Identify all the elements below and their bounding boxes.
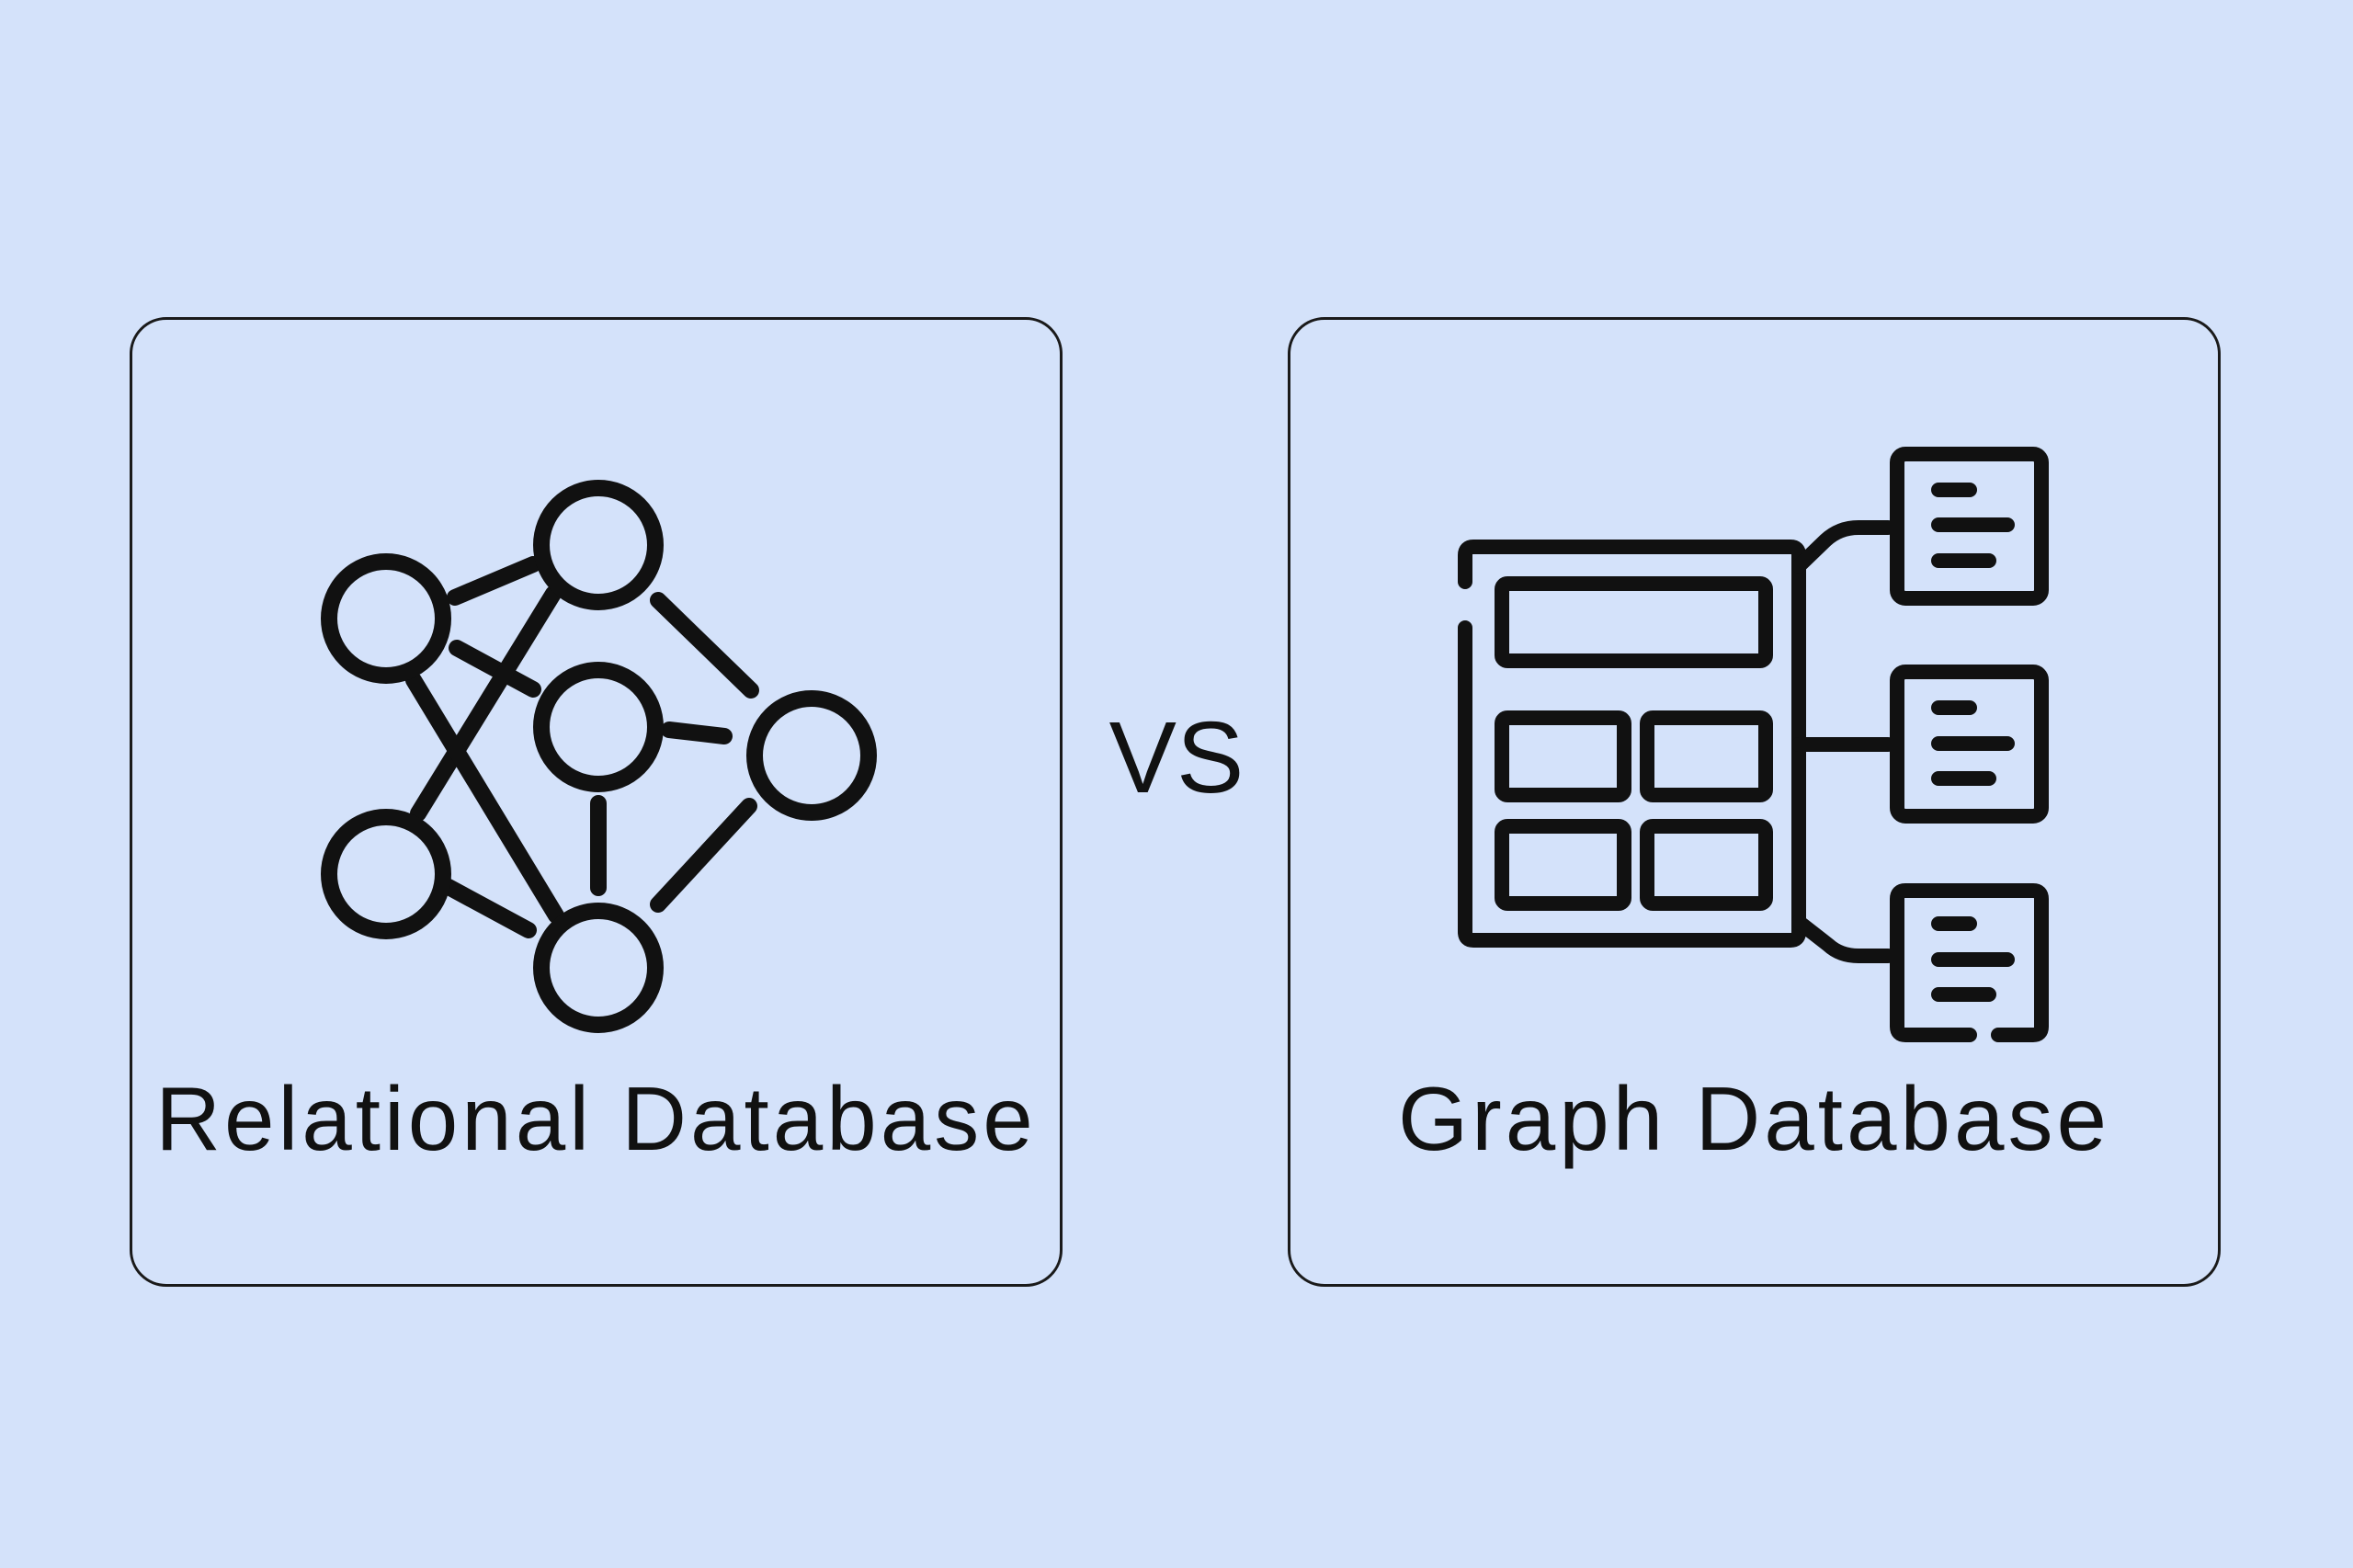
relational-database-label: Relational Database bbox=[155, 1068, 1037, 1169]
vs-label: VS bbox=[1108, 701, 1245, 814]
graph-icon-area bbox=[1290, 320, 2218, 1074]
relational-icon-area bbox=[132, 320, 1060, 1074]
relational-database-card: Relational Database bbox=[130, 317, 1063, 1287]
graph-database-label: Graph Database bbox=[1397, 1068, 2111, 1169]
schema-documents-icon bbox=[1458, 447, 2049, 1042]
network-nodes-icon bbox=[321, 480, 877, 1033]
graph-database-card: Graph Database bbox=[1288, 317, 2221, 1287]
